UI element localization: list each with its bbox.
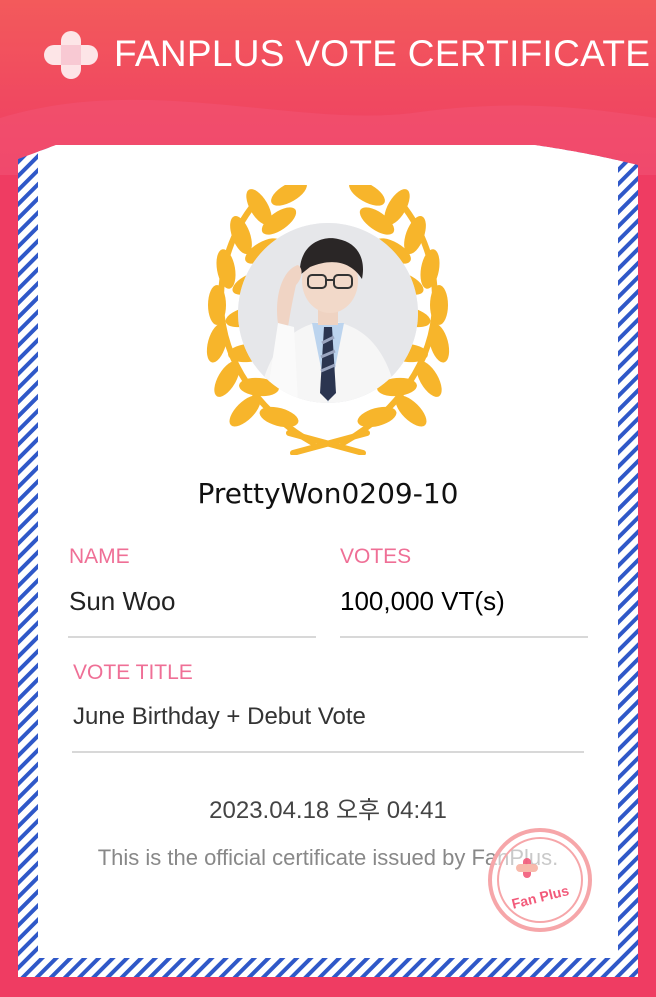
avatar-portrait-image [238,223,418,403]
certificate-title: FANPLUS VOTE CERTIFICATE [114,33,651,74]
certificate-page: FANPLUS VOTE CERTIFICATE PrettyWon0209-1… [0,0,656,997]
name-value: Sun Woo [69,586,176,616]
name-divider [68,636,316,638]
vote-title-label: VOTE TITLE [73,661,193,684]
votes-value: 100,000 VT(s) [340,586,505,616]
vote-title-value: June Birthday + Debut Vote [73,703,366,730]
fanplus-cross-logo-icon [44,31,98,79]
vote-title-divider [72,751,584,753]
username: PrettyWon0209-10 [197,477,459,510]
profile-avatar [238,223,418,403]
name-label: NAME [69,545,130,568]
fanplus-stamp-icon: Fan Plus [488,828,592,932]
votes-label: VOTES [340,545,412,568]
issue-datetime: 2023.04.18 오후 04:41 [209,797,447,824]
votes-divider [340,636,588,638]
